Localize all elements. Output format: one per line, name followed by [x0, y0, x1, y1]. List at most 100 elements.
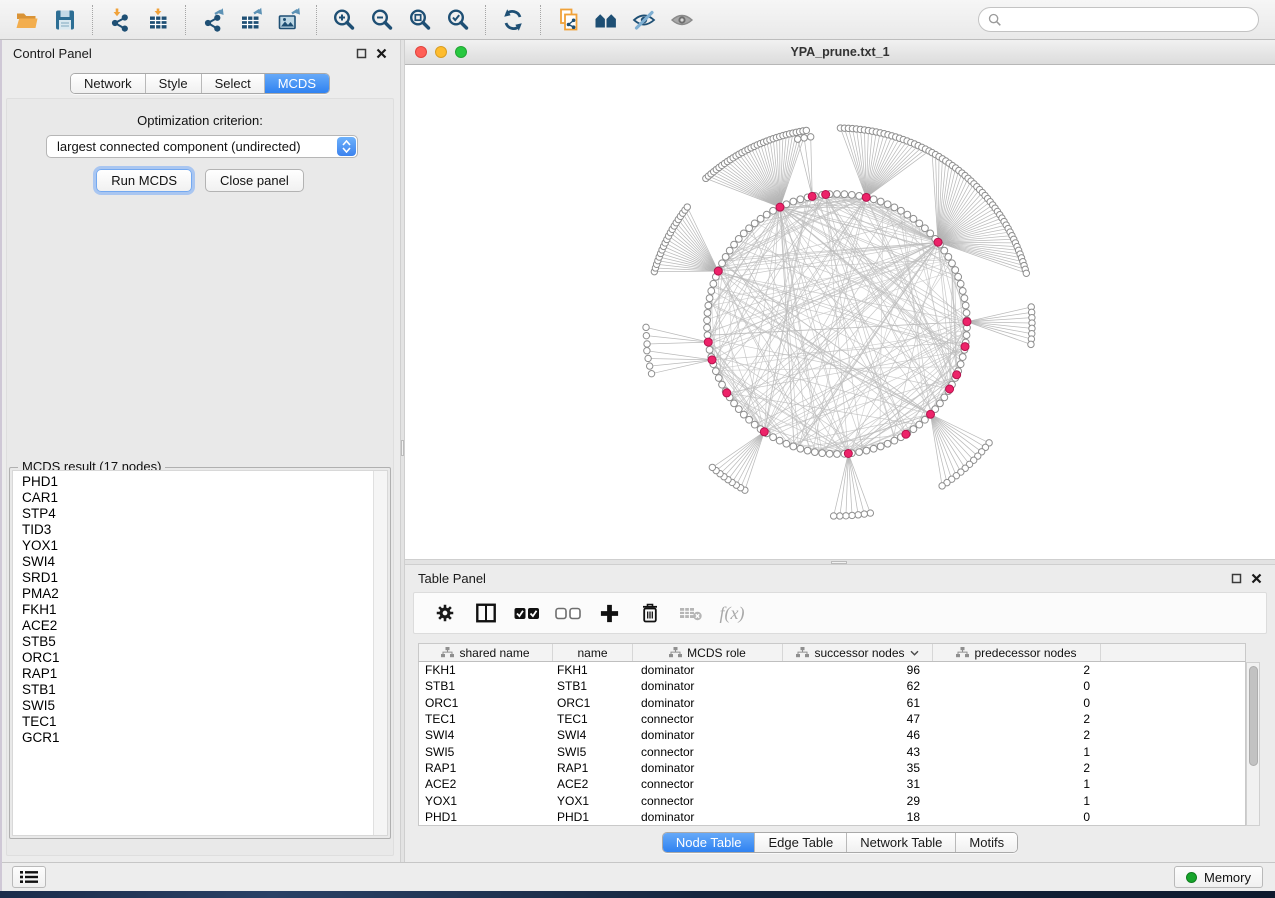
cell-mcds-role[interactable]: connector [633, 794, 783, 808]
table-row[interactable]: TEC1 TEC1 connector 47 2 [419, 711, 1245, 727]
graph-node[interactable] [648, 370, 654, 376]
graph-node[interactable] [790, 443, 797, 450]
graph-node[interactable] [952, 267, 959, 274]
graph-node[interactable] [797, 196, 804, 203]
cell-predecessor-nodes[interactable]: 2 [933, 761, 1101, 775]
cell-name[interactable]: YOX1 [553, 794, 633, 808]
tab-node-table[interactable]: Node Table [663, 833, 755, 852]
delete-column-button[interactable] [633, 596, 667, 630]
graph-node[interactable] [731, 241, 738, 248]
table-row[interactable]: ORC1 ORC1 dominator 61 0 [419, 695, 1245, 711]
graph-node[interactable] [898, 207, 905, 214]
cell-shared-name[interactable]: SWI5 [419, 745, 553, 759]
graph-node[interactable] [856, 449, 863, 456]
tab-mcds[interactable]: MCDS [264, 74, 329, 93]
graph-node[interactable] [830, 513, 836, 519]
tab-edge-table[interactable]: Edge Table [754, 833, 846, 852]
graph-node[interactable] [731, 400, 738, 407]
graph-node[interactable] [706, 346, 713, 353]
graph-node[interactable] [941, 247, 948, 254]
export-table-button[interactable] [232, 3, 270, 37]
memory-button[interactable]: Memory [1174, 866, 1263, 888]
graph-node[interactable] [891, 437, 898, 444]
graph-node[interactable] [715, 375, 722, 382]
close-panel-button[interactable]: Close panel [205, 169, 304, 192]
graph-node[interactable] [884, 440, 891, 447]
graph-node[interactable] [916, 220, 923, 227]
mcds-result-item[interactable]: YOX1 [22, 538, 371, 554]
graph-node[interactable] [843, 513, 849, 519]
graph-node[interactable] [811, 449, 818, 456]
add-column-button[interactable] [592, 596, 626, 630]
close-panel-icon[interactable] [376, 48, 387, 59]
graph-node[interactable] [645, 355, 651, 361]
tab-motifs[interactable]: Motifs [955, 833, 1017, 852]
cell-predecessor-nodes[interactable]: 0 [933, 810, 1101, 824]
graph-node[interactable] [797, 445, 804, 452]
mcds-list-scrollbar[interactable] [373, 471, 387, 835]
graph-node[interactable] [751, 220, 758, 227]
mcds-result-item[interactable]: SRD1 [22, 570, 371, 586]
mcds-result-item[interactable]: CAR1 [22, 490, 371, 506]
graph-node[interactable] [916, 421, 923, 428]
table-row[interactable]: FKH1 FKH1 dominator 96 2 [419, 662, 1245, 678]
cell-predecessor-nodes[interactable]: 1 [933, 777, 1101, 791]
zoom-out-button[interactable] [363, 3, 401, 37]
task-history-button[interactable] [12, 866, 46, 888]
graph-node[interactable] [643, 324, 649, 330]
cell-name[interactable]: FKH1 [553, 663, 633, 677]
graph-node[interactable] [962, 302, 969, 309]
cell-name[interactable]: ORC1 [553, 696, 633, 710]
graph-node[interactable] [704, 324, 711, 331]
mcds-result-item[interactable]: PMA2 [22, 586, 371, 602]
graph-node[interactable] [705, 302, 712, 309]
graph-node[interactable] [708, 288, 715, 295]
run-mcds-button[interactable]: Run MCDS [96, 169, 192, 192]
graph-node[interactable] [719, 381, 726, 388]
graph-dominator-node[interactable] [708, 356, 716, 364]
graph-node[interactable] [757, 215, 764, 222]
cell-name[interactable]: SWI5 [553, 745, 633, 759]
cell-mcds-role[interactable]: dominator [633, 679, 783, 693]
graph-node[interactable] [904, 211, 911, 218]
table-row[interactable]: STB1 STB1 dominator 62 0 [419, 678, 1245, 694]
graph-node[interactable] [939, 483, 945, 489]
table-row[interactable]: RAP1 RAP1 dominator 35 2 [419, 760, 1245, 776]
cell-predecessor-nodes[interactable]: 2 [933, 712, 1101, 726]
float-panel-icon[interactable] [1231, 573, 1242, 584]
cell-predecessor-nodes[interactable]: 0 [933, 696, 1101, 710]
graph-node[interactable] [710, 280, 717, 287]
mcds-result-item[interactable]: PHD1 [22, 474, 371, 490]
cell-successor-nodes[interactable]: 29 [783, 794, 933, 808]
graph-node[interactable] [795, 136, 801, 142]
cell-name[interactable]: RAP1 [553, 761, 633, 775]
graph-node[interactable] [861, 511, 867, 517]
cell-mcds-role[interactable]: dominator [633, 761, 783, 775]
graph-node[interactable] [763, 211, 770, 218]
graph-node[interactable] [776, 437, 783, 444]
graph-node[interactable] [955, 273, 962, 280]
column-header-name[interactable]: name [553, 644, 633, 661]
graph-dominator-node[interactable] [714, 267, 722, 275]
graph-node[interactable] [704, 309, 711, 316]
cell-mcds-role[interactable]: connector [633, 745, 783, 759]
refresh-button[interactable] [494, 3, 532, 37]
graph-node[interactable] [945, 253, 952, 260]
graph-node[interactable] [870, 196, 877, 203]
cell-mcds-role[interactable]: dominator [633, 728, 783, 742]
cell-shared-name[interactable]: STB1 [419, 679, 553, 693]
graph-node[interactable] [959, 288, 966, 295]
mcds-result-item[interactable]: STB1 [22, 682, 371, 698]
graph-node[interactable] [722, 253, 729, 260]
graph-dominator-node[interactable] [808, 192, 816, 200]
table-row[interactable]: SWI5 SWI5 connector 43 1 [419, 743, 1245, 759]
mcds-result-item[interactable]: TEC1 [22, 714, 371, 730]
import-network-button[interactable] [101, 3, 139, 37]
open-file-button[interactable] [8, 3, 46, 37]
network-canvas[interactable] [405, 65, 1275, 559]
cell-successor-nodes[interactable]: 18 [783, 810, 933, 824]
deselect-all-rows-button[interactable] [551, 596, 585, 630]
graph-node[interactable] [961, 295, 968, 302]
graph-node[interactable] [801, 135, 807, 141]
graph-node[interactable] [712, 368, 719, 375]
